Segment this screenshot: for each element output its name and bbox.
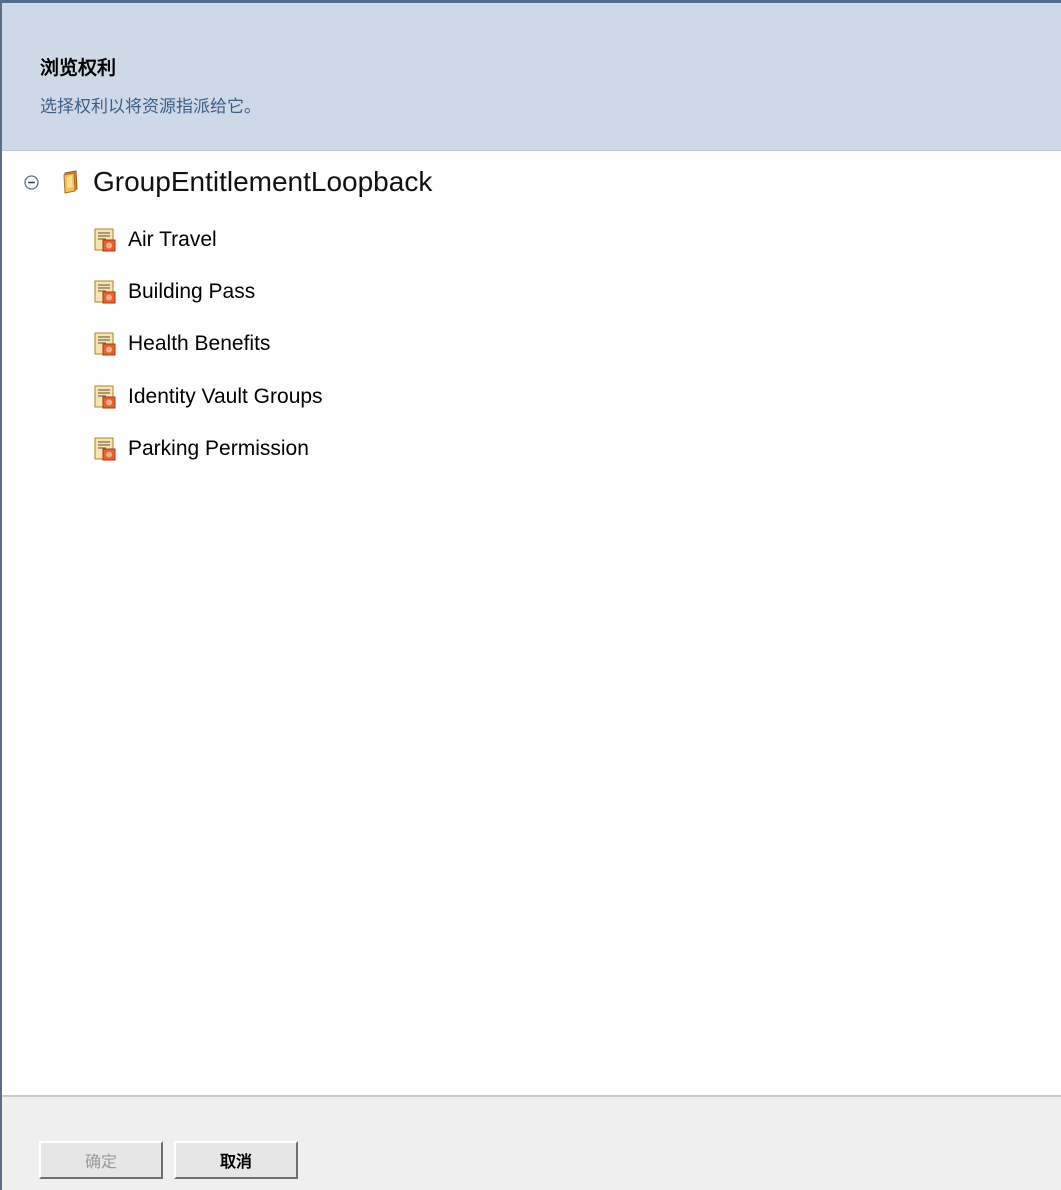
tree-item-health-benefits[interactable]: Health Benefits (94, 327, 270, 361)
entitlement-icon (94, 279, 118, 305)
cancel-button[interactable]: 取消 (174, 1141, 298, 1179)
dialog-title: 浏览权利 (40, 57, 117, 79)
entitlement-icon (94, 436, 118, 462)
tree-item-parking-permission[interactable]: Parking Permission (94, 432, 309, 466)
tree-item-label: Air Travel (128, 228, 217, 251)
entitlement-icon (94, 384, 118, 410)
tree-item-label: Building Pass (128, 280, 256, 303)
tree-item-building-pass[interactable]: Building Pass (94, 275, 255, 309)
dialog-header: 浏览权利 选择权利以将资源指派给它。 (2, 3, 1061, 151)
tree-item-label: Identity Vault Groups (128, 385, 323, 408)
tree-item-identity-vault-groups[interactable]: Identity Vault Groups (94, 380, 323, 414)
ok-button[interactable]: 确定 (39, 1141, 163, 1179)
tree-root-label[interactable]: GroupEntitlementLoopback (93, 166, 432, 198)
tree-item-label: Parking Permission (128, 437, 309, 460)
entitlement-icon (94, 331, 118, 357)
browse-entitlements-dialog: 浏览权利 选择权利以将资源指派给它。 GroupEntitlementLoopb… (0, 0, 1061, 1190)
collapse-minus-icon[interactable] (24, 174, 39, 190)
tree-item-air-travel[interactable]: Air Travel (94, 223, 217, 257)
tree-root-node: GroupEntitlementLoopback (24, 163, 432, 201)
driver-folder-icon (61, 170, 81, 194)
dialog-subtitle: 选择权利以将资源指派给它。 (40, 97, 261, 117)
tree-item-label: Health Benefits (128, 332, 271, 355)
entitlement-icon (94, 227, 118, 253)
dialog-footer: 确定 取消 (2, 1095, 1061, 1190)
entitlement-tree: GroupEntitlementLoopback Air Travel Buil… (2, 151, 1061, 1094)
